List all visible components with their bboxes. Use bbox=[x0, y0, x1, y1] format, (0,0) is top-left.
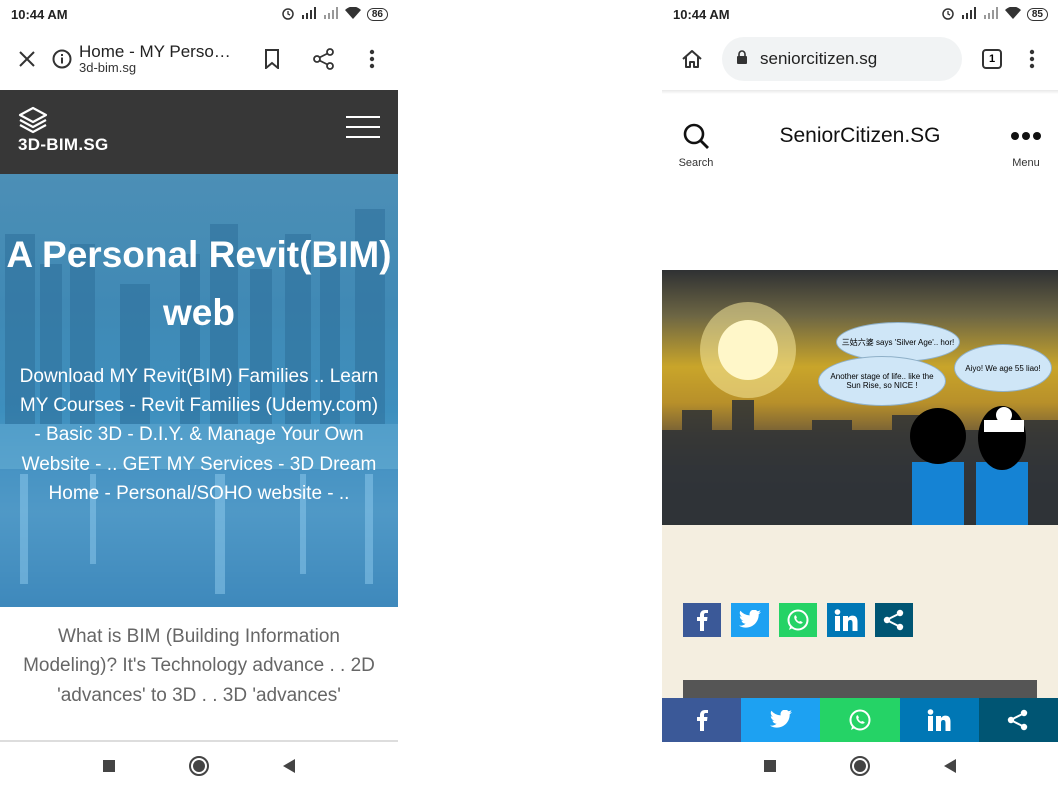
thought-cloud-2: Another stage of life.. like the Sun Ris… bbox=[818, 356, 946, 406]
share-icon[interactable] bbox=[304, 39, 344, 79]
status-icons: 85 bbox=[941, 6, 1048, 23]
home-icon[interactable] bbox=[672, 39, 712, 79]
more-share-bar-button[interactable] bbox=[978, 698, 1058, 742]
site-header: Search SeniorCitizen.SG Menu bbox=[662, 94, 1058, 270]
url-bar[interactable]: seniorcitizen.sg bbox=[722, 37, 962, 81]
site-header: 3D-BIM.SG bbox=[0, 90, 398, 174]
twitter-icon bbox=[769, 710, 792, 728]
status-bar: 10:44 AM 85 bbox=[662, 0, 1058, 28]
browser-toolbar: seniorcitizen.sg 1 bbox=[662, 28, 1058, 90]
left-phone-screen: 10:44 AM 86 Home - MY Perso… 3d-bim.sg 3… bbox=[0, 0, 398, 794]
thought-cloud-3: Aiyo! We age 55 liao! bbox=[954, 344, 1052, 392]
wifi-icon bbox=[344, 6, 361, 22]
whatsapp-share-bar-button[interactable] bbox=[820, 698, 900, 742]
back-icon[interactable] bbox=[282, 758, 296, 779]
info-icon[interactable] bbox=[47, 39, 77, 79]
more-share-button[interactable] bbox=[875, 603, 913, 637]
home-nav-icon[interactable] bbox=[849, 755, 871, 782]
battery-indicator: 85 bbox=[1026, 7, 1048, 21]
menu-label: Menu bbox=[1012, 157, 1040, 169]
hero-banner: A Personal Revit(BIM) web Download MY Re… bbox=[0, 174, 398, 607]
share-icon bbox=[883, 609, 904, 631]
page-title-block[interactable]: Home - MY Perso… 3d-bim.sg bbox=[79, 42, 252, 76]
alarm-icon bbox=[941, 6, 955, 23]
hero-heading: A Personal Revit(BIM) web bbox=[6, 234, 392, 333]
menu-button[interactable]: Menu bbox=[1006, 122, 1046, 169]
right-phone-screen: 10:44 AM 85 seniorcitizen.sg 1 Search Se… bbox=[662, 0, 1058, 794]
close-icon[interactable] bbox=[7, 39, 47, 79]
signal-icon bbox=[961, 6, 977, 22]
wifi-icon bbox=[1004, 6, 1021, 22]
tab-count: 1 bbox=[982, 49, 1002, 69]
cartoon-sunset-image: 三姑六婆 says 'Silver Age'.. hor! Another st… bbox=[662, 270, 1058, 525]
facebook-share-button[interactable] bbox=[683, 603, 721, 637]
page-title: Home - MY Perso… bbox=[79, 41, 231, 61]
url-text: seniorcitizen.sg bbox=[760, 49, 878, 68]
twitter-share-bar-button[interactable] bbox=[741, 698, 821, 742]
android-nav-bar bbox=[0, 742, 398, 794]
facebook-share-bar-button[interactable] bbox=[662, 698, 742, 742]
tab-switcher-button[interactable]: 1 bbox=[972, 39, 1012, 79]
linkedin-share-button[interactable] bbox=[827, 603, 865, 637]
battery-indicator: 86 bbox=[366, 7, 388, 21]
page-domain: 3d-bim.sg bbox=[79, 60, 137, 76]
video-thumbnail[interactable] bbox=[683, 680, 1037, 700]
bookmark-icon[interactable] bbox=[252, 39, 292, 79]
signal-2-icon bbox=[323, 6, 339, 22]
facebook-icon bbox=[697, 610, 708, 631]
hamburger-menu-icon[interactable] bbox=[346, 116, 380, 140]
lock-icon bbox=[736, 49, 748, 69]
recents-icon[interactable] bbox=[763, 759, 777, 778]
browser-toolbar: Home - MY Perso… 3d-bim.sg bbox=[0, 28, 398, 90]
status-time: 10:44 AM bbox=[11, 6, 68, 22]
linkedin-icon bbox=[834, 609, 858, 631]
back-icon[interactable] bbox=[943, 758, 957, 779]
search-label: Search bbox=[678, 157, 714, 169]
more-vert-icon[interactable] bbox=[1012, 39, 1052, 79]
inline-share-buttons bbox=[683, 603, 913, 637]
twitter-icon bbox=[739, 610, 761, 628]
whatsapp-icon bbox=[787, 609, 809, 631]
site-logo-text[interactable]: 3D-BIM.SG bbox=[18, 135, 109, 155]
android-nav-bar bbox=[662, 742, 1058, 794]
signal-icon bbox=[301, 6, 317, 22]
linkedin-share-bar-button[interactable] bbox=[899, 698, 979, 742]
hero-description: Download MY Revit(BIM) Families .. Learn… bbox=[19, 366, 379, 504]
status-icons: 86 bbox=[281, 6, 388, 23]
recents-icon[interactable] bbox=[102, 759, 116, 778]
share-icon bbox=[1008, 709, 1028, 731]
whatsapp-icon bbox=[849, 709, 871, 731]
site-title[interactable]: SeniorCitizen.SG bbox=[662, 124, 1058, 148]
sticky-share-bar bbox=[662, 698, 1058, 742]
alarm-icon bbox=[281, 6, 295, 23]
twitter-share-button[interactable] bbox=[731, 603, 769, 637]
facebook-icon bbox=[696, 710, 708, 731]
more-vert-icon[interactable] bbox=[352, 39, 392, 79]
more-horiz-icon bbox=[1011, 132, 1041, 140]
intro-text: What is BIM (Building Information Modeli… bbox=[23, 626, 375, 706]
signal-2-icon bbox=[983, 6, 999, 22]
home-nav-icon[interactable] bbox=[188, 755, 210, 782]
status-bar: 10:44 AM 86 bbox=[0, 0, 398, 28]
linkedin-icon bbox=[927, 709, 951, 731]
status-time: 10:44 AM bbox=[673, 6, 730, 22]
whatsapp-share-button[interactable] bbox=[779, 603, 817, 637]
